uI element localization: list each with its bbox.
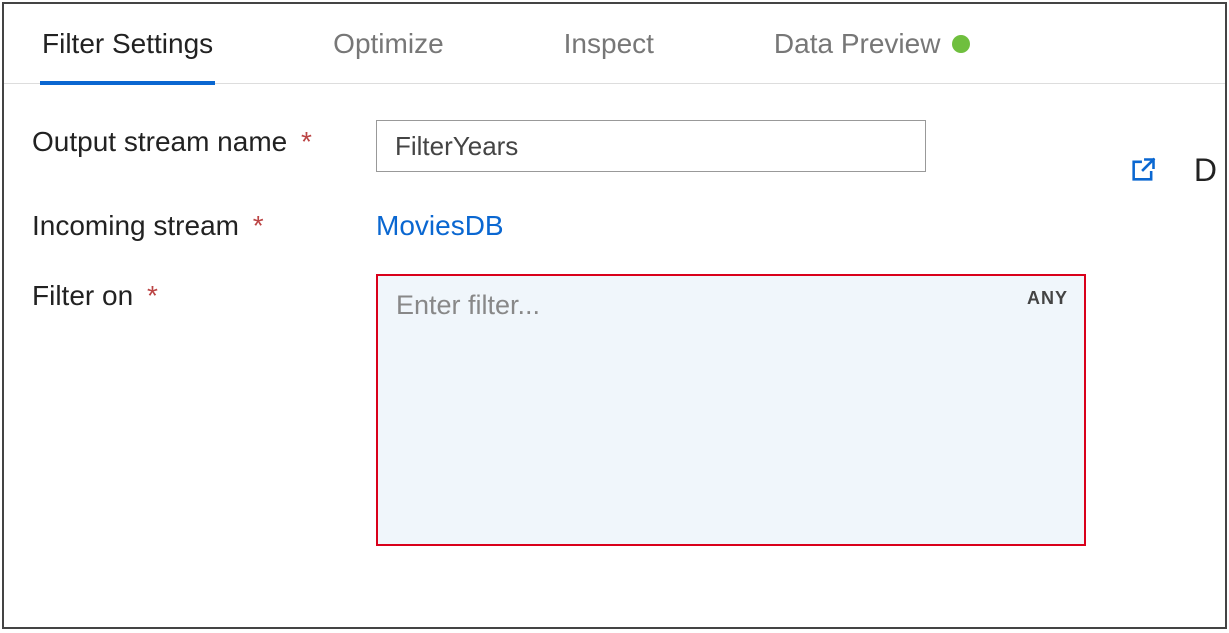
label-text: Output stream name — [32, 126, 287, 157]
tab-data-preview[interactable]: Data Preview — [774, 4, 971, 84]
label-output-stream-name: Output stream name * — [32, 120, 376, 158]
filter-settings-panel: Filter Settings Optimize Inspect Data Pr… — [2, 2, 1227, 629]
required-mark: * — [253, 210, 264, 241]
filter-expression-input[interactable]: Enter filter... ANY — [376, 274, 1086, 546]
tabs-bar: Filter Settings Optimize Inspect Data Pr… — [4, 4, 1225, 84]
tab-label: Data Preview — [774, 28, 941, 60]
open-external-icon[interactable] — [1129, 156, 1157, 184]
form-area: Output stream name * Incoming stream * M… — [4, 84, 1225, 546]
incoming-stream-link[interactable]: MoviesDB — [376, 204, 504, 242]
required-mark: * — [147, 280, 158, 311]
output-stream-name-input[interactable] — [376, 120, 926, 172]
status-dot-icon — [952, 35, 970, 53]
tab-optimize[interactable]: Optimize — [333, 4, 443, 84]
tab-label: Filter Settings — [42, 28, 213, 60]
row-filter-on: Filter on * Enter filter... ANY — [32, 274, 1225, 546]
tab-inspect[interactable]: Inspect — [564, 4, 654, 84]
row-output-stream-name: Output stream name * — [32, 120, 1225, 172]
tab-label: Optimize — [333, 28, 443, 60]
required-mark: * — [301, 126, 312, 157]
filter-type-badge: ANY — [1027, 288, 1068, 309]
label-text: Filter on — [32, 280, 133, 311]
row-incoming-stream: Incoming stream * MoviesDB — [32, 204, 1225, 242]
tab-label: Inspect — [564, 28, 654, 60]
truncated-text: D — [1194, 152, 1217, 189]
label-incoming-stream: Incoming stream * — [32, 204, 376, 242]
label-text: Incoming stream — [32, 210, 239, 241]
tab-filter-settings[interactable]: Filter Settings — [42, 4, 213, 84]
filter-placeholder: Enter filter... — [396, 290, 540, 320]
label-filter-on: Filter on * — [32, 274, 376, 312]
